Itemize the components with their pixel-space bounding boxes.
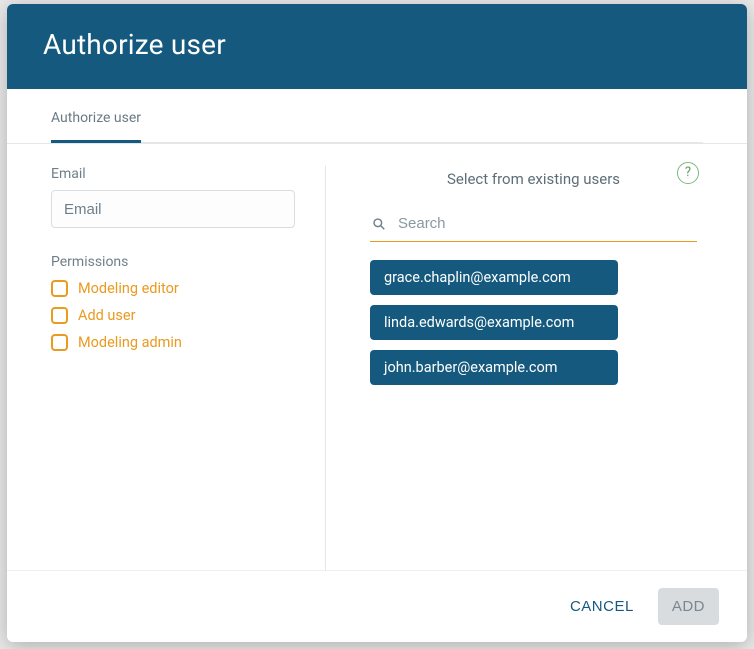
tabs-row: Authorize user: [7, 89, 747, 144]
search-field-wrap[interactable]: [370, 210, 697, 242]
permission-label: Add user: [78, 307, 136, 324]
existing-users-list: grace.chaplin@example.com linda.edwards@…: [364, 260, 703, 395]
dialog-title: Authorize user: [43, 28, 711, 61]
left-column: Email Permissions Modeling editor Add us…: [51, 166, 326, 570]
cancel-button[interactable]: CANCEL: [562, 588, 642, 625]
permission-add-user[interactable]: Add user: [51, 307, 295, 324]
dialog-header: Authorize user: [7, 4, 747, 89]
email-label: Email: [51, 166, 295, 182]
checkbox-icon: [51, 307, 68, 324]
permission-modeling-editor[interactable]: Modeling editor: [51, 280, 295, 297]
dialog-footer: CANCEL ADD: [7, 570, 747, 642]
checkbox-icon: [51, 334, 68, 351]
tab-authorize-user[interactable]: Authorize user: [51, 110, 141, 143]
email-field[interactable]: [51, 190, 295, 228]
help-icon[interactable]: ?: [677, 162, 699, 184]
authorize-user-dialog: Authorize user Authorize user Email Perm…: [7, 4, 747, 642]
permission-modeling-admin[interactable]: Modeling admin: [51, 334, 295, 351]
search-icon: [372, 217, 386, 231]
permissions-label: Permissions: [51, 254, 295, 270]
user-chip[interactable]: linda.edwards@example.com: [370, 305, 618, 340]
permission-label: Modeling admin: [78, 334, 182, 351]
user-chip[interactable]: john.barber@example.com: [370, 350, 618, 385]
search-input[interactable]: [396, 214, 695, 233]
permission-label: Modeling editor: [78, 280, 179, 297]
existing-users-title: Select from existing users: [364, 170, 703, 188]
add-button[interactable]: ADD: [658, 588, 719, 625]
checkbox-icon: [51, 280, 68, 297]
user-chip[interactable]: grace.chaplin@example.com: [370, 260, 618, 295]
dialog-body: Email Permissions Modeling editor Add us…: [7, 144, 747, 570]
right-column: ? Select from existing users grace.chapl…: [326, 166, 703, 570]
